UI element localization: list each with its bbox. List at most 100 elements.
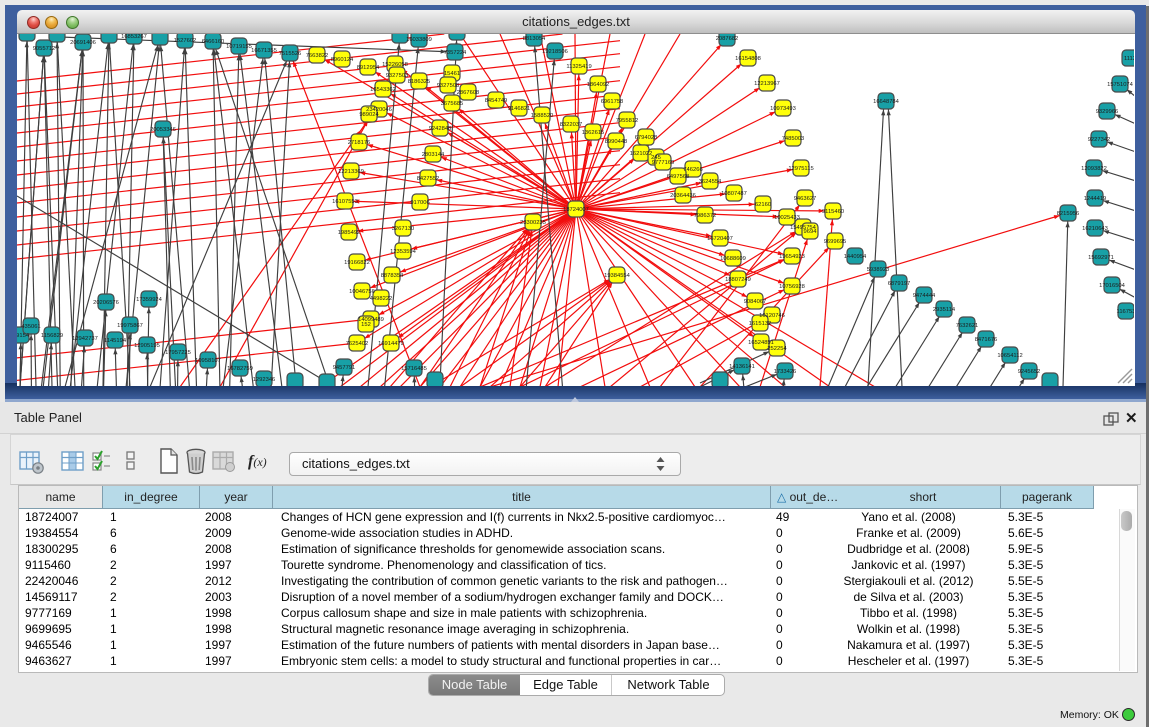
svg-text:6466160: 6466160 <box>202 39 225 45</box>
svg-text:10973493: 10973493 <box>770 106 796 112</box>
svg-text:8186325: 8186325 <box>408 79 431 85</box>
svg-text:2087682: 2087682 <box>716 36 739 42</box>
svg-text:8878354: 8878354 <box>381 273 404 279</box>
svg-text:19654923: 19654923 <box>779 254 805 260</box>
svg-text:252254: 252254 <box>767 346 787 352</box>
svg-text:1733426: 1733426 <box>774 369 797 375</box>
svg-text:16107553: 16107553 <box>332 199 358 205</box>
svg-text:8427552: 8427552 <box>417 176 440 182</box>
svg-text:15461: 15461 <box>444 71 460 77</box>
svg-text:116753: 116753 <box>1117 309 1134 315</box>
svg-text:16853267: 16853267 <box>121 34 147 40</box>
svg-text:16648784: 16648784 <box>873 99 900 105</box>
svg-text:9327503: 9327503 <box>386 73 409 79</box>
svg-text:8215956: 8215956 <box>1057 211 1080 217</box>
svg-text:8813054: 8813054 <box>523 36 546 42</box>
svg-text:18807249: 18807249 <box>725 277 751 283</box>
svg-text:9146821: 9146821 <box>508 106 531 112</box>
svg-text:435061: 435061 <box>21 324 40 330</box>
svg-text:3624554: 3624554 <box>699 179 722 185</box>
svg-text:19218506: 19218506 <box>542 49 568 55</box>
svg-text:2718176: 2718176 <box>348 140 371 146</box>
svg-text:2867608: 2867608 <box>457 90 480 96</box>
svg-text:2803144: 2803144 <box>422 152 445 158</box>
svg-text:8960124: 8960124 <box>331 57 354 63</box>
svg-text:15226058: 15226058 <box>382 62 408 68</box>
svg-text:8912954: 8912954 <box>357 65 380 71</box>
svg-text:9699695: 9699695 <box>824 239 847 245</box>
svg-text:1864092: 1864092 <box>587 82 610 88</box>
svg-text:7485003: 7485003 <box>782 136 805 142</box>
svg-text:152: 152 <box>361 322 371 328</box>
svg-text:9084067: 9084067 <box>744 299 767 305</box>
svg-text:9115460: 9115460 <box>822 209 844 215</box>
svg-text:19975867: 19975867 <box>117 323 143 329</box>
svg-text:20364436: 20364436 <box>670 193 696 199</box>
svg-text:917006: 917006 <box>410 200 429 206</box>
svg-text:12213967: 12213967 <box>754 81 780 87</box>
svg-text:8322037: 8322037 <box>560 122 583 128</box>
svg-text:1588520: 1588520 <box>531 113 554 119</box>
svg-text:10025433: 10025433 <box>774 215 800 221</box>
svg-text:1156829: 1156829 <box>41 333 63 339</box>
svg-text:9329966: 9329966 <box>1096 109 1119 115</box>
svg-text:989024: 989024 <box>359 112 379 118</box>
svg-text:3675685: 3675685 <box>441 101 464 107</box>
svg-text:15720407: 15720407 <box>707 236 733 242</box>
svg-text:7515526: 7515526 <box>279 51 302 57</box>
svg-text:1440954: 1440954 <box>844 254 867 260</box>
svg-text:9694: 9694 <box>804 229 818 235</box>
svg-text:62160: 62160 <box>755 202 771 208</box>
svg-text:10958107: 10958107 <box>195 358 221 364</box>
svg-text:12975115: 12975115 <box>788 166 813 172</box>
svg-text:16671355: 16671355 <box>251 48 277 54</box>
svg-text:9327508: 9327508 <box>437 83 460 89</box>
svg-text:6794028: 6794028 <box>635 135 658 141</box>
svg-text:746266: 746266 <box>683 167 702 173</box>
svg-text:7955812: 7955812 <box>616 118 639 124</box>
svg-text:1112: 1112 <box>1124 56 1134 62</box>
svg-text:17016504: 17016504 <box>1099 283 1126 289</box>
svg-text:16120746: 16120746 <box>759 313 785 319</box>
svg-text:1244419: 1244419 <box>1084 196 1107 202</box>
svg-text:12353594: 12353594 <box>390 249 417 255</box>
svg-text:1145194: 1145194 <box>104 338 127 344</box>
svg-text:12213369: 12213369 <box>338 169 364 175</box>
svg-text:1985492: 1985492 <box>338 230 361 236</box>
svg-text:12093822: 12093822 <box>1081 166 1107 172</box>
svg-text:17957225: 17957225 <box>165 350 191 356</box>
svg-text:10046756: 10046756 <box>349 289 375 295</box>
svg-text:6879197: 6879197 <box>888 281 911 287</box>
svg-text:2935114: 2935114 <box>933 307 956 313</box>
svg-text:8471676: 8471676 <box>975 337 998 343</box>
svg-text:16782759: 16782759 <box>227 366 253 372</box>
svg-text:12905195: 12905195 <box>134 343 160 349</box>
svg-text:11325419: 11325419 <box>566 64 591 70</box>
svg-text:16914479: 16914479 <box>378 341 404 347</box>
svg-text:20053346: 20053346 <box>150 127 176 133</box>
svg-text:9242848: 9242848 <box>429 126 452 132</box>
svg-text:10719155: 10719155 <box>226 44 252 50</box>
svg-text:15692971: 15692971 <box>1088 255 1114 261</box>
svg-text:10756928: 10756928 <box>779 284 805 290</box>
svg-text:16543362: 16543362 <box>370 87 396 93</box>
svg-text:16210643: 16210643 <box>1082 226 1108 232</box>
svg-text:8454749: 8454749 <box>485 98 508 104</box>
svg-text:20691406: 20691406 <box>70 40 96 46</box>
svg-text:7663822: 7663822 <box>306 53 329 59</box>
svg-text:5938923: 5938923 <box>867 267 890 273</box>
svg-text:16154808: 16154808 <box>735 56 761 62</box>
svg-text:16033809: 16033809 <box>406 37 432 43</box>
svg-text:6497568: 6497568 <box>667 174 690 180</box>
svg-text:6961758: 6961758 <box>601 99 624 105</box>
svg-text:20206576: 20206576 <box>93 300 119 306</box>
svg-text:9055712: 9055712 <box>33 46 56 52</box>
svg-text:1292346: 1292346 <box>253 377 276 383</box>
svg-text:12942737: 12942737 <box>72 336 98 342</box>
svg-text:8990448: 8990448 <box>605 139 628 145</box>
svg-text:18724007: 18724007 <box>563 207 589 213</box>
svg-text:7632621: 7632621 <box>956 323 979 329</box>
svg-text:10654112: 10654112 <box>997 353 1022 359</box>
svg-text:9245652: 9245652 <box>1018 369 1041 375</box>
svg-text:9457791: 9457791 <box>333 365 356 371</box>
